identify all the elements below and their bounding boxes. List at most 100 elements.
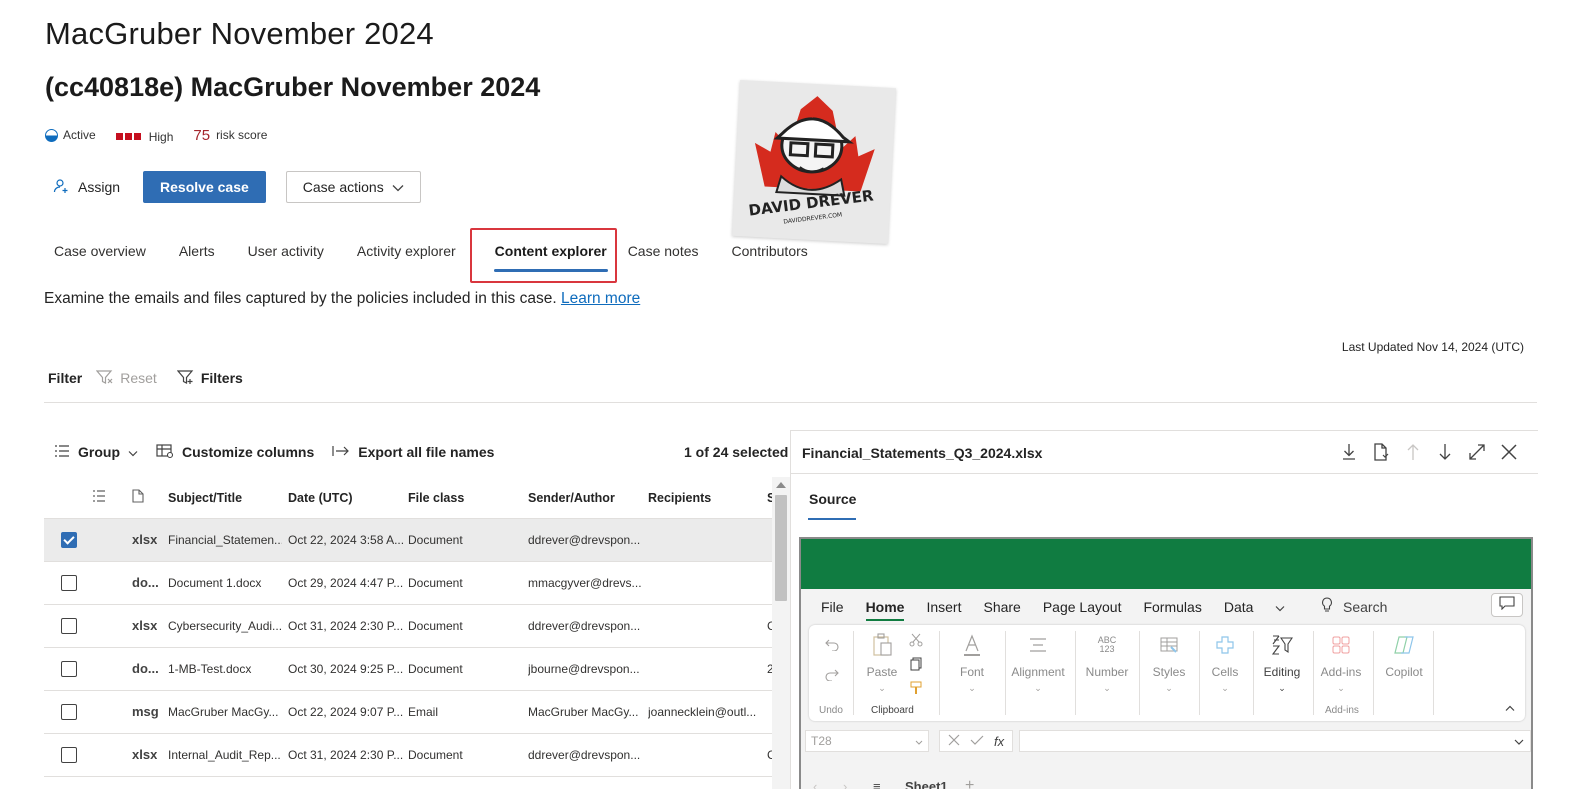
description-text: Examine the emails and files captured by… xyxy=(44,290,557,307)
column-header-date[interactable]: Date (UTC) xyxy=(288,491,353,505)
column-header-subject[interactable]: Subject/Title xyxy=(168,491,242,505)
table-row[interactable]: do... Document 1.docx Oct 29, 2024 4:47 … xyxy=(44,562,772,605)
formula-controls: fx xyxy=(939,730,1014,752)
cut-icon[interactable] xyxy=(909,633,923,650)
arrow-down-icon[interactable] xyxy=(1436,443,1454,461)
table-row[interactable]: xlsx Financial_Statemen... Oct 22, 2024 … xyxy=(44,519,772,562)
tab-contributors[interactable]: Contributors xyxy=(723,238,817,272)
insert-function-icon[interactable]: fx xyxy=(994,734,1004,749)
case-actions-bar: Assign Resolve case Case actions xyxy=(45,171,421,203)
document-icon[interactable] xyxy=(1372,443,1390,461)
person-add-icon xyxy=(53,178,69,197)
format-painter-icon[interactable] xyxy=(909,681,923,698)
redo-icon[interactable] xyxy=(825,669,839,684)
file-type-icon[interactable] xyxy=(132,489,144,506)
excel-search[interactable]: Search xyxy=(1321,597,1387,616)
column-header-sender[interactable]: Sender/Author xyxy=(528,491,615,505)
prev-sheet-icon[interactable]: ‹ xyxy=(813,779,817,789)
editing-sort-filter-icon xyxy=(1261,633,1303,657)
excel-menu-data[interactable]: Data xyxy=(1224,599,1254,615)
styles-icon xyxy=(1149,633,1189,657)
last-updated-text: Last Updated Nov 14, 2024 (UTC) xyxy=(1341,340,1524,354)
column-options-icon[interactable] xyxy=(92,489,106,506)
alignment-button[interactable]: Alignment ⌄ xyxy=(1009,633,1067,694)
sheet-tab[interactable]: Sheet1 xyxy=(905,779,948,789)
group-list-icon xyxy=(54,444,70,461)
reset-filters-button[interactable]: Reset xyxy=(95,369,157,388)
customize-columns-button[interactable]: Customize columns xyxy=(156,443,314,462)
column-header-file-class[interactable]: File class xyxy=(408,491,464,505)
filters-button[interactable]: Filters xyxy=(176,369,243,388)
row-checkbox[interactable] xyxy=(61,661,77,677)
case-actions-dropdown[interactable]: Case actions xyxy=(285,171,421,203)
sender-cell: MacGruber MacGy... xyxy=(528,705,639,719)
chevron-down-icon[interactable] xyxy=(1275,599,1285,615)
font-button[interactable]: Font ⌄ xyxy=(955,633,989,694)
excel-menu-formulas[interactable]: Formulas xyxy=(1143,599,1201,615)
close-icon[interactable] xyxy=(1500,443,1518,461)
collapse-ribbon-icon[interactable] xyxy=(1505,701,1515,715)
column-header-recipients[interactable]: Recipients xyxy=(648,491,711,505)
number-button[interactable]: ABC 123 Number ⌄ xyxy=(1083,633,1131,694)
selection-count: 1 of 24 selected xyxy=(684,444,789,460)
row-checkbox[interactable] xyxy=(61,532,77,548)
tab-alerts[interactable]: Alerts xyxy=(170,238,224,272)
arrow-up-icon[interactable] xyxy=(1404,443,1422,461)
case-tabs: Case overview Alerts User activity Activ… xyxy=(45,238,832,272)
tab-case-notes[interactable]: Case notes xyxy=(619,238,708,272)
assign-button[interactable]: Assign xyxy=(45,171,128,203)
content-table: Subject/Title Date (UTC) File class Send… xyxy=(44,477,772,789)
copilot-icon xyxy=(1381,633,1427,657)
undo-icon[interactable] xyxy=(825,639,839,654)
scroll-up-arrow-icon[interactable] xyxy=(776,482,786,488)
add-sheet-icon[interactable]: + xyxy=(965,777,974,789)
paste-button[interactable]: Paste ⌄ xyxy=(865,633,899,694)
chevron-down-icon[interactable] xyxy=(1514,732,1524,750)
name-box[interactable]: T28 xyxy=(805,730,929,752)
learn-more-link[interactable]: Learn more xyxy=(561,290,640,307)
subject-cell: Document 1.docx xyxy=(168,576,262,590)
excel-menu-share[interactable]: Share xyxy=(983,599,1020,615)
copilot-button[interactable]: Copilot xyxy=(1381,633,1427,679)
sheet-list-icon[interactable]: ≡ xyxy=(873,779,881,789)
table-row[interactable]: xlsx Cybersecurity_Audi... Oct 31, 2024 … xyxy=(44,605,772,648)
tab-activity-explorer[interactable]: Activity explorer xyxy=(348,238,465,272)
formula-input[interactable] xyxy=(1019,730,1531,752)
cancel-formula-icon[interactable] xyxy=(948,733,960,749)
date-cell: Oct 22, 2024 9:07 P... xyxy=(288,705,404,719)
tab-source[interactable]: Source xyxy=(809,491,856,507)
comment-button[interactable] xyxy=(1491,593,1523,617)
scroll-thumb[interactable] xyxy=(775,495,787,601)
download-icon[interactable] xyxy=(1340,443,1358,461)
table-row[interactable]: msg MacGruber MacGy... Oct 22, 2024 9:07… xyxy=(44,691,772,734)
table-scrollbar[interactable] xyxy=(772,477,790,789)
excel-menu-file[interactable]: File xyxy=(821,599,844,615)
row-checkbox[interactable] xyxy=(61,618,77,634)
row-checkbox[interactable] xyxy=(61,575,77,591)
cells-button[interactable]: Cells ⌄ xyxy=(1207,633,1243,694)
expand-icon[interactable] xyxy=(1468,443,1486,461)
export-file-names-button[interactable]: Export all file names xyxy=(332,444,494,460)
filter-reset-icon xyxy=(95,369,114,388)
add-ins-button[interactable]: Add-ins ⌄ xyxy=(1319,633,1363,694)
next-sheet-icon[interactable]: › xyxy=(843,779,847,789)
resolve-case-button[interactable]: Resolve case xyxy=(143,171,266,203)
table-row[interactable]: xlsx Internal_Audit_Rep... Oct 31, 2024 … xyxy=(44,734,772,777)
file-class-cell: Document xyxy=(408,619,463,633)
excel-menu-home[interactable]: Home xyxy=(865,599,904,621)
excel-menu-insert[interactable]: Insert xyxy=(926,599,961,615)
filter-bar: Filter Reset Filters xyxy=(48,368,243,388)
copy-icon[interactable] xyxy=(909,657,923,674)
confirm-formula-icon[interactable] xyxy=(970,733,984,749)
tab-case-overview[interactable]: Case overview xyxy=(45,238,155,272)
tab-user-activity[interactable]: User activity xyxy=(239,238,333,272)
date-cell: Oct 31, 2024 2:30 P... xyxy=(288,619,404,633)
row-checkbox[interactable] xyxy=(61,747,77,763)
row-checkbox[interactable] xyxy=(61,704,77,720)
group-button[interactable]: Group xyxy=(54,444,138,461)
divider xyxy=(939,631,940,715)
editing-button[interactable]: Editing ⌄ xyxy=(1261,633,1303,694)
excel-menu-page-layout[interactable]: Page Layout xyxy=(1043,599,1122,615)
styles-button[interactable]: Styles ⌄ xyxy=(1149,633,1189,694)
table-row[interactable]: do... 1-MB-Test.docx Oct 30, 2024 9:25 P… xyxy=(44,648,772,691)
